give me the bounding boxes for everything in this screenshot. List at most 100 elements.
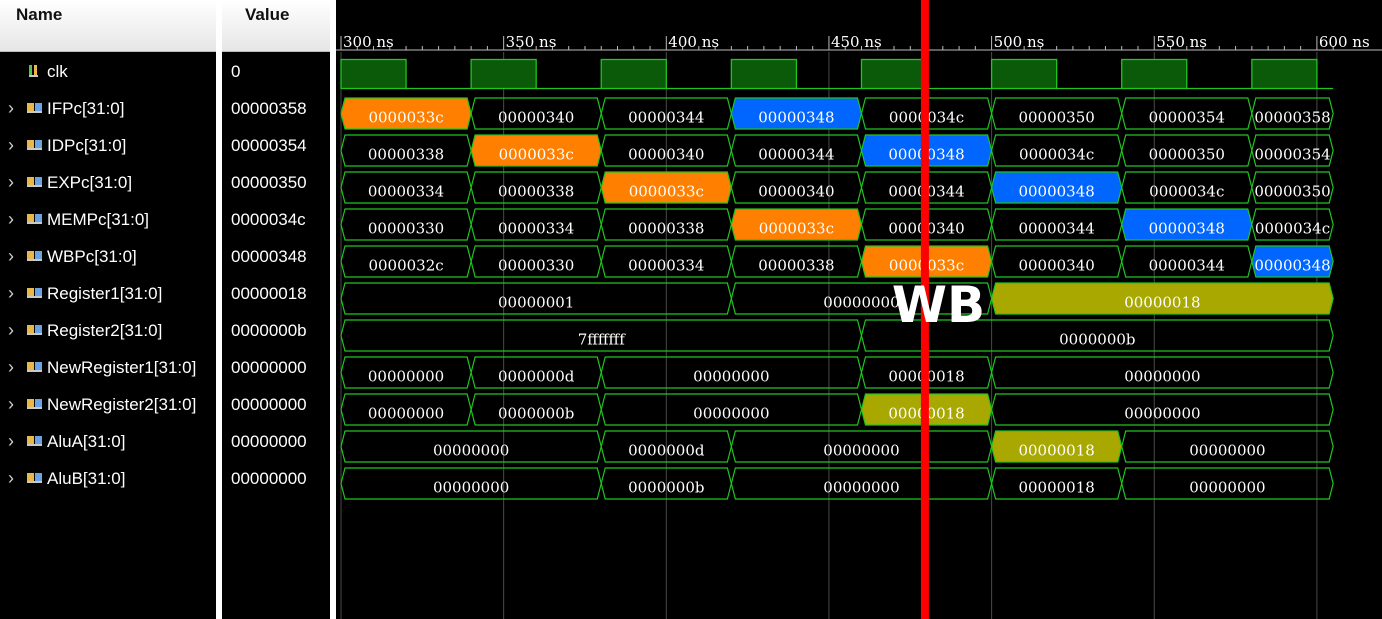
signal-name: AluA[31:0] [47, 432, 126, 451]
expand-chevron-icon[interactable]: › [4, 469, 18, 487]
bus-value-label: 00000000 [1189, 479, 1265, 497]
bus-value-label: 00000018 [1018, 479, 1094, 497]
bus-value-label: 00000350 [1254, 183, 1330, 201]
signal-row-clk[interactable]: clk [0, 57, 216, 94]
clk-high-pulse [860, 58, 928, 90]
mempc-waveform[interactable]: 0000033000000334000003380000033c00000340… [340, 208, 1334, 241]
signal-row-wbpc[interactable]: › WBPc[31:0] [0, 242, 216, 279]
signal-value-row: 00000000 [222, 353, 330, 390]
name-header-label: Name [16, 5, 63, 24]
clk-high-pulse [990, 58, 1058, 90]
expand-chevron-icon[interactable]: › [4, 247, 18, 265]
signal-value: 0 [231, 62, 241, 81]
bus-value-label: 00000344 [628, 109, 704, 127]
time-ruler[interactable]: 300 ns 350 ns 400 ns 450 ns 500 ns 550 ns 600 … [336, 33, 1382, 51]
signal-row-alua[interactable]: › AluA[31:0] [0, 427, 216, 464]
alub-waveform[interactable]: 00000000 0000000b 00000000 00000018 00000000 [340, 467, 1334, 500]
signal-row-idpc[interactable]: › IDPc[31:0] [0, 131, 216, 168]
signal-value-row: 0000000b [222, 316, 330, 353]
bus-value-label: 00000338 [758, 257, 834, 275]
signal-value: 00000000 [231, 432, 307, 451]
clk-waveform[interactable] [340, 58, 1334, 90]
expand-chevron-icon[interactable]: › [4, 321, 18, 339]
newregister1-waveform[interactable]: 000000000000000d000000000000001800000000 [340, 356, 1334, 389]
signal-value-row: 00000000 [222, 390, 330, 427]
waveform-panel[interactable]: 300 ns 350 ns 400 ns 450 ns 500 ns 550 ns 600 … [336, 0, 1382, 619]
bus-value-label: 00000000 [1189, 442, 1265, 460]
signal-name: IDPc[31:0] [47, 136, 127, 155]
name-column-header[interactable]: Name [0, 0, 216, 52]
signal-value-row: 00000000 [222, 427, 330, 464]
signal-value: 00000000 [231, 358, 307, 377]
bus-value-label: 0000033c [759, 220, 834, 238]
idpc-waveform[interactable]: 000003380000033c000003400000034400000348… [340, 134, 1334, 167]
signal-name: MEMPc[31:0] [47, 210, 150, 229]
bus-value-label: 00000000 [823, 442, 899, 460]
signal-row-register2[interactable]: › Register2[31:0] [0, 316, 216, 353]
bus-signal-icon [26, 210, 44, 233]
signal-row-register1[interactable]: › Register1[31:0] [0, 279, 216, 316]
signal-row-alub[interactable]: › AluB[31:0] [0, 464, 216, 501]
bus-value-label: 00000000 [368, 368, 444, 386]
wb-annotation: WB [892, 276, 985, 334]
bus-value-label: 00000340 [1018, 257, 1094, 275]
signal-value-row: 00000348 [222, 242, 330, 279]
alua-waveform[interactable]: 00000000 0000000d 00000000 00000018 00000000 [340, 430, 1334, 463]
time-tick-label: 500 ns [994, 33, 1045, 51]
bus-value-label: 0000033c [499, 146, 574, 164]
signal-value-row: 0 [222, 57, 330, 94]
bus-value-label: 0000033c [629, 183, 704, 201]
time-tick-label: 550 ns [1156, 33, 1207, 51]
expand-chevron-icon[interactable]: › [4, 173, 18, 191]
expand-chevron-icon[interactable]: › [4, 432, 18, 450]
signal-row-newregister2[interactable]: › NewRegister2[31:0] [0, 390, 216, 427]
register1-waveform[interactable]: 00000001 00000000 00000018 [340, 282, 1334, 315]
expand-chevron-icon[interactable]: › [4, 210, 18, 228]
bus-value-label: 00000340 [498, 109, 574, 127]
bus-signal-icon [26, 247, 44, 270]
clk-high-pulse [1251, 58, 1318, 90]
bus-value-label: 00000348 [758, 109, 834, 127]
expand-chevron-icon[interactable]: › [4, 99, 18, 117]
signal-row-newregister1[interactable]: › NewRegister1[31:0] [0, 353, 216, 390]
signal-name: Register1[31:0] [47, 284, 163, 303]
bus-value-label: 00000000 [433, 442, 509, 460]
bus-value-label: 00000354 [1254, 146, 1330, 164]
expand-chevron-icon[interactable]: › [4, 284, 18, 302]
signal-value-row: 00000000 [222, 464, 330, 501]
bus-value-label: 0000034c [1019, 146, 1094, 164]
expand-chevron-icon[interactable]: › [4, 395, 18, 413]
time-tick-label: 350 ns [506, 33, 557, 51]
bus-value-label: 00000358 [1254, 109, 1330, 127]
value-column-header[interactable]: Value [222, 0, 330, 52]
bus-signal-icon [26, 432, 44, 455]
bus-value-label: 00000000 [368, 405, 444, 423]
signal-value-row: 00000350 [222, 168, 330, 205]
bit-signal-icon [26, 62, 44, 85]
bus-value-label: 00000000 [1124, 405, 1200, 423]
bus-value-label: 00000000 [1124, 368, 1200, 386]
wbpc-waveform[interactable]: 0000032c0000033000000334000003380000033c… [340, 245, 1334, 278]
expand-chevron-icon[interactable]: › [4, 136, 18, 154]
signal-row-expc[interactable]: › EXPc[31:0] [0, 168, 216, 205]
signal-name: IFPc[31:0] [47, 99, 125, 118]
ifpc-waveform[interactable]: 0000033c0000034000000344000003480000034c… [340, 97, 1334, 130]
signal-value-row: 00000358 [222, 94, 330, 131]
time-tick-label: 300 ns [343, 33, 394, 51]
bus-value-label: 00000000 [823, 479, 899, 497]
signal-row-ifpc[interactable]: › IFPc[31:0] [0, 94, 216, 131]
signal-name: NewRegister2[31:0] [47, 395, 197, 414]
bus-value-label: 00000018 [1018, 442, 1094, 460]
bus-value-label: 0000000b [1059, 331, 1135, 349]
signal-row-mempc[interactable]: › MEMPc[31:0] [0, 205, 216, 242]
signal-name: NewRegister1[31:0] [47, 358, 197, 377]
signal-value: 00000348 [231, 247, 307, 266]
signal-value: 00000350 [231, 173, 307, 192]
bus-value-label: 00000334 [628, 257, 704, 275]
expc-waveform[interactable]: 00000334000003380000033c0000034000000344… [340, 171, 1334, 204]
bus-signal-icon [26, 321, 44, 344]
register2-waveform[interactable]: 7fffffff 0000000b [340, 319, 1334, 352]
expand-chevron-icon[interactable]: › [4, 358, 18, 376]
bus-value-label: 0000000b [628, 479, 704, 497]
newregister2-waveform[interactable]: 000000000000000b000000000000001800000000 [340, 393, 1334, 426]
